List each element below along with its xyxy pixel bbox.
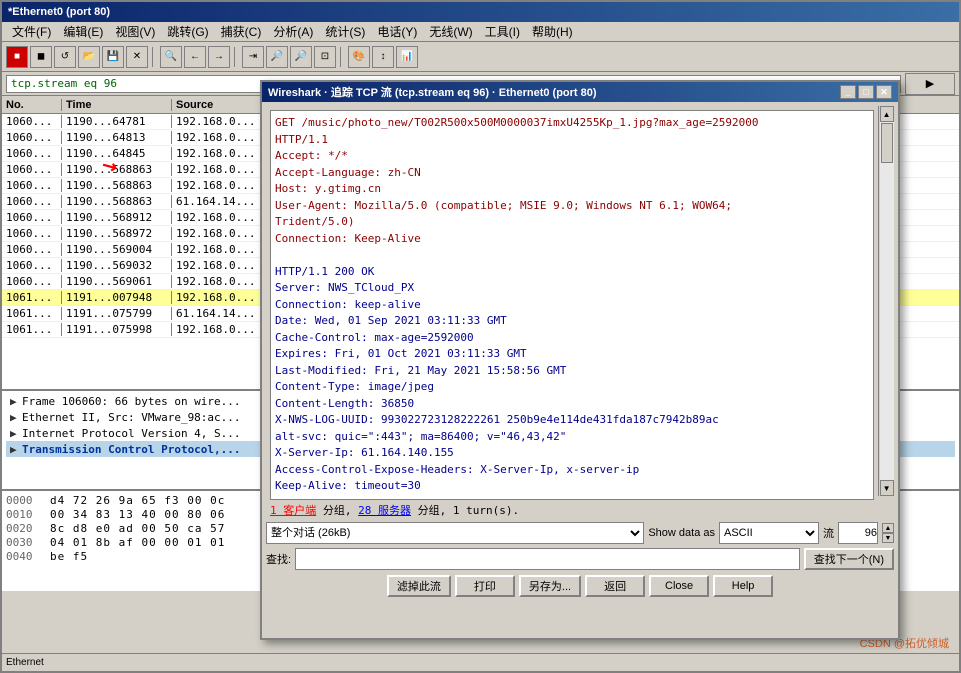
tcp-stream-content[interactable]: GET /music/photo_new/T002R500x500M000003… <box>270 110 874 500</box>
http-version: HTTP/1.1 <box>275 132 869 149</box>
menu-analyze[interactable]: 分析(A) <box>267 21 319 42</box>
find-btn[interactable]: 🔍 <box>160 46 182 68</box>
filter-button[interactable]: 滤掉此流 <box>387 575 451 597</box>
menu-capture[interactable]: 捕获(C) <box>215 21 268 42</box>
zoom-in-btn[interactable]: 🔎 <box>266 46 288 68</box>
show-data-select[interactable]: ASCII HEX Dump EBCDIC Hex C Arrays Raw <box>719 522 819 544</box>
auto-scroll-btn[interactable]: ↕ <box>372 46 394 68</box>
main-title: *Ethernet0 (port 80) <box>8 6 110 18</box>
zoom-fit-btn[interactable]: ⊡ <box>314 46 336 68</box>
dialog-title-controls: _ □ ✕ <box>840 85 892 99</box>
filter-apply-btn[interactable]: ▶ <box>905 73 955 95</box>
http-accept: Accept: */* <box>275 148 869 165</box>
help-button[interactable]: Help <box>713 575 773 597</box>
http-expose-headers: Access-Control-Expose-Headers: X-Server-… <box>275 462 869 479</box>
menu-tools[interactable]: 工具(I) <box>479 21 526 42</box>
stream-label: 流 <box>823 525 834 541</box>
dialog-maximize-btn[interactable]: □ <box>858 85 874 99</box>
http-user-agent: User-Agent: Mozilla/5.0 (compatible; MSI… <box>275 198 869 215</box>
next-btn[interactable]: → <box>208 46 230 68</box>
search-label: 查找: <box>266 551 291 567</box>
stats-text: 1 客户端 分组, 28 服务器 分组, 1 turn(s). <box>270 502 519 518</box>
save-as-button[interactable]: 另存为... <box>519 575 581 597</box>
http-response-status: HTTP/1.1 200 OK <box>275 264 869 281</box>
scroll-thumb[interactable] <box>881 123 893 163</box>
toolbar: ■ ◼ ↺ 📂 💾 ✕ 🔍 ← → ⇥ 🔎 🔎 ⊡ 🎨 ↕ 📊 <box>2 42 959 72</box>
col-header-no: No. <box>2 99 62 111</box>
http-date: Date: Wed, 01 Sep 2021 03:11:33 GMT <box>275 313 869 330</box>
menu-stats[interactable]: 统计(S) <box>319 21 371 42</box>
tcp-stream-dialog: Wireshark · 追踪 TCP 流 (tcp.stream eq 96) … <box>260 80 900 640</box>
scroll-up-btn[interactable]: ▲ <box>880 106 894 122</box>
start-capture-btn[interactable]: ■ <box>6 46 28 68</box>
dialog-close-btn[interactable]: ✕ <box>876 85 892 99</box>
http-server: Server: NWS_TCloud_PX <box>275 280 869 297</box>
dialog-minimize-btn[interactable]: _ <box>840 85 856 99</box>
find-next-button[interactable]: 查找下一个(N) <box>804 548 894 570</box>
menu-bar: 文件(F) 编辑(E) 视图(V) 跳转(G) 捕获(C) 分析(A) 统计(S… <box>2 22 959 42</box>
dialog-title-text: Wireshark · 追踪 TCP 流 (tcp.stream eq 96) … <box>268 84 597 100</box>
http-resp-connection: Connection: keep-alive <box>275 297 869 314</box>
stream-number-input[interactable] <box>838 522 878 544</box>
http-content-type: Content-Type: image/jpeg <box>275 379 869 396</box>
open-btn[interactable]: 📂 <box>78 46 100 68</box>
menu-file[interactable]: 文件(F) <box>6 21 57 42</box>
dialog-stats: 1 客户端 分组, 28 服务器 分组, 1 turn(s). <box>262 500 898 520</box>
print-button[interactable]: 打印 <box>455 575 515 597</box>
col-header-time: Time <box>62 99 172 111</box>
http-accept-lang: Accept-Language: zh-CN <box>275 165 869 182</box>
http-last-modified: Last-Modified: Fri, 21 May 2021 15:58:56… <box>275 363 869 380</box>
menu-go[interactable]: 跳转(G) <box>161 21 214 42</box>
prev-btn[interactable]: ← <box>184 46 206 68</box>
http-server-ip: X-Server-Ip: 61.164.140.155 <box>275 445 869 462</box>
http-content-length: Content-Length: 36850 <box>275 396 869 413</box>
back-button[interactable]: 返回 <box>585 575 645 597</box>
jump-btn[interactable]: ⇥ <box>242 46 264 68</box>
http-request-line: GET /music/photo_new/T002R500x500M000003… <box>275 115 869 132</box>
search-input[interactable] <box>295 548 800 570</box>
http-nws-log: X-NWS-LOG-UUID: 993022723128222261 250b9… <box>275 412 869 429</box>
menu-help[interactable]: 帮助(H) <box>526 21 579 42</box>
http-trident: Trident/5.0) <box>275 214 869 231</box>
menu-edit[interactable]: 编辑(E) <box>57 21 109 42</box>
http-cache-control: Cache-Control: max-age=2592000 <box>275 330 869 347</box>
ethernet-label: Ethernet <box>6 657 44 668</box>
restart-btn[interactable]: ↺ <box>54 46 76 68</box>
show-data-label: Show data as <box>648 527 715 539</box>
close-btn[interactable]: ✕ <box>126 46 148 68</box>
http-connection: Connection: Keep-Alive <box>275 231 869 248</box>
close-button[interactable]: Close <box>649 575 709 597</box>
scroll-track <box>880 122 894 480</box>
stop-btn[interactable]: ◼ <box>30 46 52 68</box>
http-expires: Expires: Fri, 01 Oct 2021 03:11:33 GMT <box>275 346 869 363</box>
scroll-down-btn[interactable]: ▼ <box>880 480 894 496</box>
conversation-select[interactable]: 整个对话 (26kB) <box>266 522 644 544</box>
dialog-title-bar: Wireshark · 追踪 TCP 流 (tcp.stream eq 96) … <box>262 82 898 102</box>
main-title-bar: *Ethernet0 (port 80) <box>2 2 959 22</box>
status-bar: Ethernet <box>2 653 959 671</box>
http-keep-alive: Keep-Alive: timeout=30 <box>275 478 869 495</box>
stream-spinner[interactable]: ▲ ▼ <box>882 523 894 543</box>
dialog-controls-row: 整个对话 (26kB) Show data as ASCII HEX Dump … <box>262 520 898 546</box>
graph-btn[interactable]: 📊 <box>396 46 418 68</box>
menu-wireless[interactable]: 无线(W) <box>423 21 478 42</box>
menu-phone[interactable]: 电话(Y) <box>371 21 423 42</box>
dialog-buttons-row: 滤掉此流 打印 另存为... 返回 Close Help <box>262 572 898 600</box>
zoom-out-btn[interactable]: 🔎 <box>290 46 312 68</box>
search-row: 查找: 查找下一个(N) <box>262 546 898 572</box>
save-btn[interactable]: 💾 <box>102 46 124 68</box>
scrollbar-vertical[interactable]: ▲ ▼ <box>878 106 894 496</box>
http-host: Host: y.gtimg.cn <box>275 181 869 198</box>
http-alt-svc: alt-svc: quic=":443"; ma=86400; v="46,43… <box>275 429 869 446</box>
menu-view[interactable]: 视图(V) <box>109 21 161 42</box>
colorize-btn[interactable]: 🎨 <box>348 46 370 68</box>
